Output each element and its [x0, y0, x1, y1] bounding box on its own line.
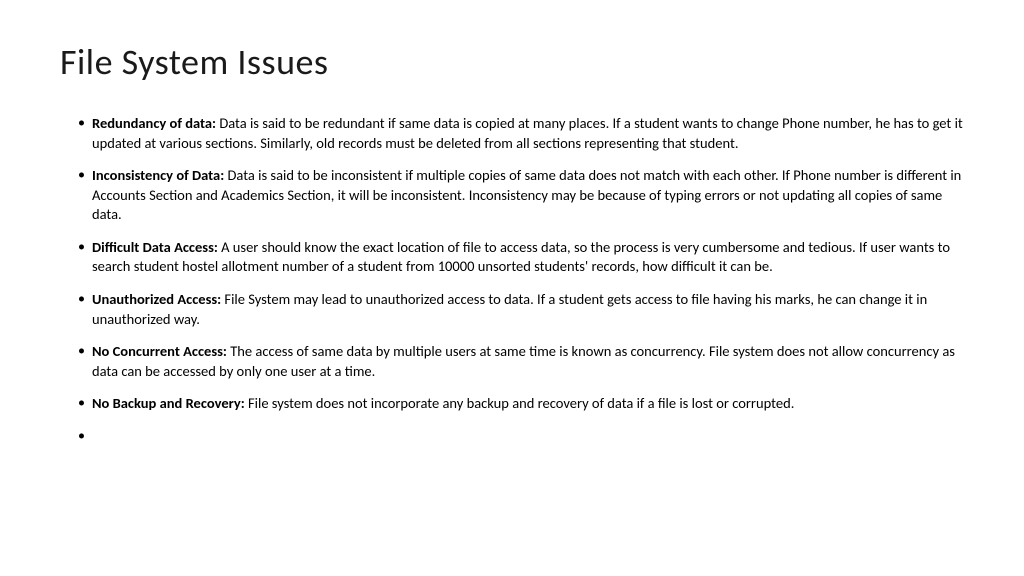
bullet-label: Unauthorized Access:: [92, 290, 221, 308]
list-item: Unauthorized Access: File System may lea…: [78, 290, 964, 329]
bullet-text: Data is said to be redundant if same dat…: [92, 114, 963, 152]
slide-title: File System Issues: [60, 40, 964, 84]
bullet-list: Redundancy of data: Data is said to be r…: [60, 114, 964, 414]
bullet-label: Redundancy of data:: [92, 114, 216, 132]
bullet-text: A user should know the exact location of…: [92, 238, 950, 276]
list-item: No Backup and Recovery: File system does…: [78, 394, 964, 414]
bullet-label: Inconsistency of Data:: [92, 166, 224, 184]
bullet-label: No Concurrent Access:: [92, 342, 227, 360]
bullet-label: Difficult Data Access:: [92, 238, 218, 256]
list-item: Redundancy of data: Data is said to be r…: [78, 114, 964, 153]
list-item: No Concurrent Access: The access of same…: [78, 342, 964, 381]
list-item: Difficult Data Access: A user should kno…: [78, 238, 964, 277]
bullet-label: No Backup and Recovery:: [92, 394, 245, 412]
list-item: Inconsistency of Data: Data is said to b…: [78, 166, 964, 225]
bullet-text: File system does not incorporate any bac…: [245, 394, 795, 412]
